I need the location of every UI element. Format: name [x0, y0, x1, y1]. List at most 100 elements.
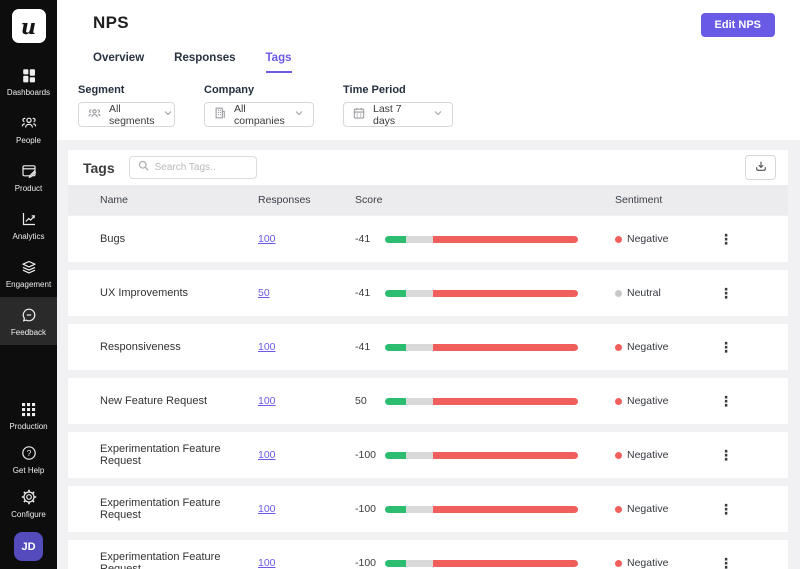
table-row[interactable]: Bugs 100 -41 Negative ⋮: [68, 216, 788, 262]
tag-name: UX Improvements: [100, 287, 189, 299]
segment-select[interactable]: All segments: [78, 102, 175, 127]
page-header: NPS Edit NPS: [57, 0, 800, 37]
dashboards-icon: [20, 66, 38, 84]
bar-detractors-segment: [433, 235, 578, 243]
avatar-initials: JD: [21, 540, 36, 553]
bar-detractors-segment: [433, 451, 578, 459]
sidebar-item-label: Configure: [11, 510, 46, 519]
bar-passives-segment: [406, 451, 434, 459]
download-button[interactable]: [745, 155, 776, 180]
time-period-select[interactable]: Last 7 days: [343, 102, 453, 127]
sentiment-label: Negative: [627, 233, 669, 245]
responses-link[interactable]: 100: [258, 233, 276, 245]
sidebar-item-label: Engagement: [5, 280, 52, 289]
time-period-filter-label: Time Period: [343, 84, 406, 96]
sentiment-dot-icon: [615, 235, 622, 243]
sentiment-label: Negative: [627, 341, 669, 353]
table-row[interactable]: Experimentation Feature Request 100 -100…: [68, 486, 788, 532]
sidebar-item-dashboards[interactable]: Dashboards: [0, 57, 57, 105]
bar-passives-segment: [406, 397, 434, 405]
sidebar-item-product[interactable]: Product: [0, 153, 57, 201]
row-menu-button[interactable]: ⋮: [713, 500, 739, 518]
sentiment-dot-icon: [615, 397, 622, 405]
sidebar-bottom: Production ? Get Help Configure JD: [0, 394, 57, 569]
bar-promoters-segment: [385, 397, 407, 405]
sidebar-item-get-help[interactable]: ? Get Help: [0, 437, 57, 481]
table-row[interactable]: Responsiveness 100 -41 Negative ⋮: [68, 324, 788, 370]
responses-link[interactable]: 100: [258, 395, 276, 407]
sidebar-item-analytics[interactable]: Analytics: [0, 201, 57, 249]
bar-passives-segment: [406, 343, 434, 351]
sentiment-badge: Negative: [615, 233, 713, 245]
sidebar-item-people[interactable]: People: [0, 105, 57, 153]
sentiment-label: Negative: [627, 449, 669, 461]
score-bar: [385, 343, 578, 351]
product-icon: [20, 162, 38, 180]
sidebar-item-configure[interactable]: Configure: [0, 481, 57, 525]
responses-link[interactable]: 50: [258, 287, 270, 299]
edit-nps-button[interactable]: Edit NPS: [700, 13, 775, 37]
score-value: -41: [355, 341, 371, 353]
tab-bar: Overview Responses Tags: [93, 52, 800, 73]
tab-tags[interactable]: Tags: [265, 52, 292, 73]
app-window: u Dashboards People Product Analytics En…: [0, 0, 800, 569]
bar-passives-segment: [406, 505, 434, 513]
tag-name: Responsiveness: [100, 341, 181, 353]
sentiment-dot-icon: [615, 559, 622, 567]
table-row[interactable]: Experimentation Feature Request 100 -100…: [68, 432, 788, 478]
row-menu-button[interactable]: ⋮: [713, 392, 739, 410]
sentiment-label: Neutral: [627, 287, 661, 299]
score-bar: [385, 559, 578, 567]
column-header-name: Name: [100, 194, 129, 206]
sentiment-label: Negative: [627, 395, 669, 407]
gear-icon: [20, 488, 38, 506]
table-header: Name Responses Score Sentiment: [68, 185, 788, 215]
row-menu-button[interactable]: ⋮: [713, 284, 739, 302]
tab-responses[interactable]: Responses: [174, 52, 235, 73]
responses-link[interactable]: 100: [258, 557, 276, 569]
row-menu-button[interactable]: ⋮: [713, 230, 739, 248]
search-icon: [137, 159, 150, 177]
tab-overview[interactable]: Overview: [93, 52, 144, 73]
content-area: Tags Name Responses Score Sentiment: [57, 140, 800, 569]
score-bar: [385, 397, 578, 405]
chevron-down-icon: [162, 107, 174, 122]
filter-bar: Segment All segments Company All compani…: [78, 84, 800, 140]
tag-name: Bugs: [100, 233, 126, 245]
bar-passives-segment: [406, 289, 434, 297]
table-row[interactable]: New Feature Request 100 50 Negative ⋮: [68, 378, 788, 424]
segment-select-value: All segments: [109, 102, 155, 127]
calendar-icon: [352, 106, 366, 123]
page-title: NPS: [93, 13, 129, 32]
responses-link[interactable]: 100: [258, 449, 276, 461]
chevron-down-icon: [432, 107, 444, 122]
help-icon: ?: [20, 444, 38, 462]
segment-icon: [87, 106, 102, 124]
sidebar-item-label: People: [16, 136, 41, 145]
table-row[interactable]: UX Improvements 50 -41 Neutral ⋮: [68, 270, 788, 316]
sidebar-item-feedback[interactable]: Feedback: [0, 297, 57, 345]
userpilot-logo[interactable]: u: [11, 9, 46, 43]
column-header-responses: Responses: [258, 194, 311, 206]
people-icon: [20, 114, 38, 132]
table-row[interactable]: Experimentation Feature Request 100 -100…: [68, 540, 788, 569]
sidebar-item-engagement[interactable]: Engagement: [0, 249, 57, 297]
responses-link[interactable]: 100: [258, 341, 276, 353]
responses-link[interactable]: 100: [258, 503, 276, 515]
score-value: -100: [355, 557, 377, 569]
sentiment-dot-icon: [615, 451, 622, 459]
score-value: 50: [355, 395, 367, 407]
sidebar-item-production[interactable]: Production: [0, 394, 57, 437]
score-value: -100: [355, 503, 377, 515]
bar-promoters-segment: [385, 235, 407, 243]
tags-search-input[interactable]: [154, 162, 249, 173]
sidebar-item-label: Dashboards: [6, 88, 51, 97]
row-menu-button[interactable]: ⋮: [713, 554, 739, 569]
row-menu-button[interactable]: ⋮: [713, 446, 739, 464]
sidebar-item-label: Analytics: [12, 232, 45, 241]
row-menu-button[interactable]: ⋮: [713, 338, 739, 356]
user-avatar[interactable]: JD: [14, 532, 43, 561]
sentiment-badge: Neutral: [615, 287, 713, 299]
company-select[interactable]: All companies: [204, 102, 314, 127]
